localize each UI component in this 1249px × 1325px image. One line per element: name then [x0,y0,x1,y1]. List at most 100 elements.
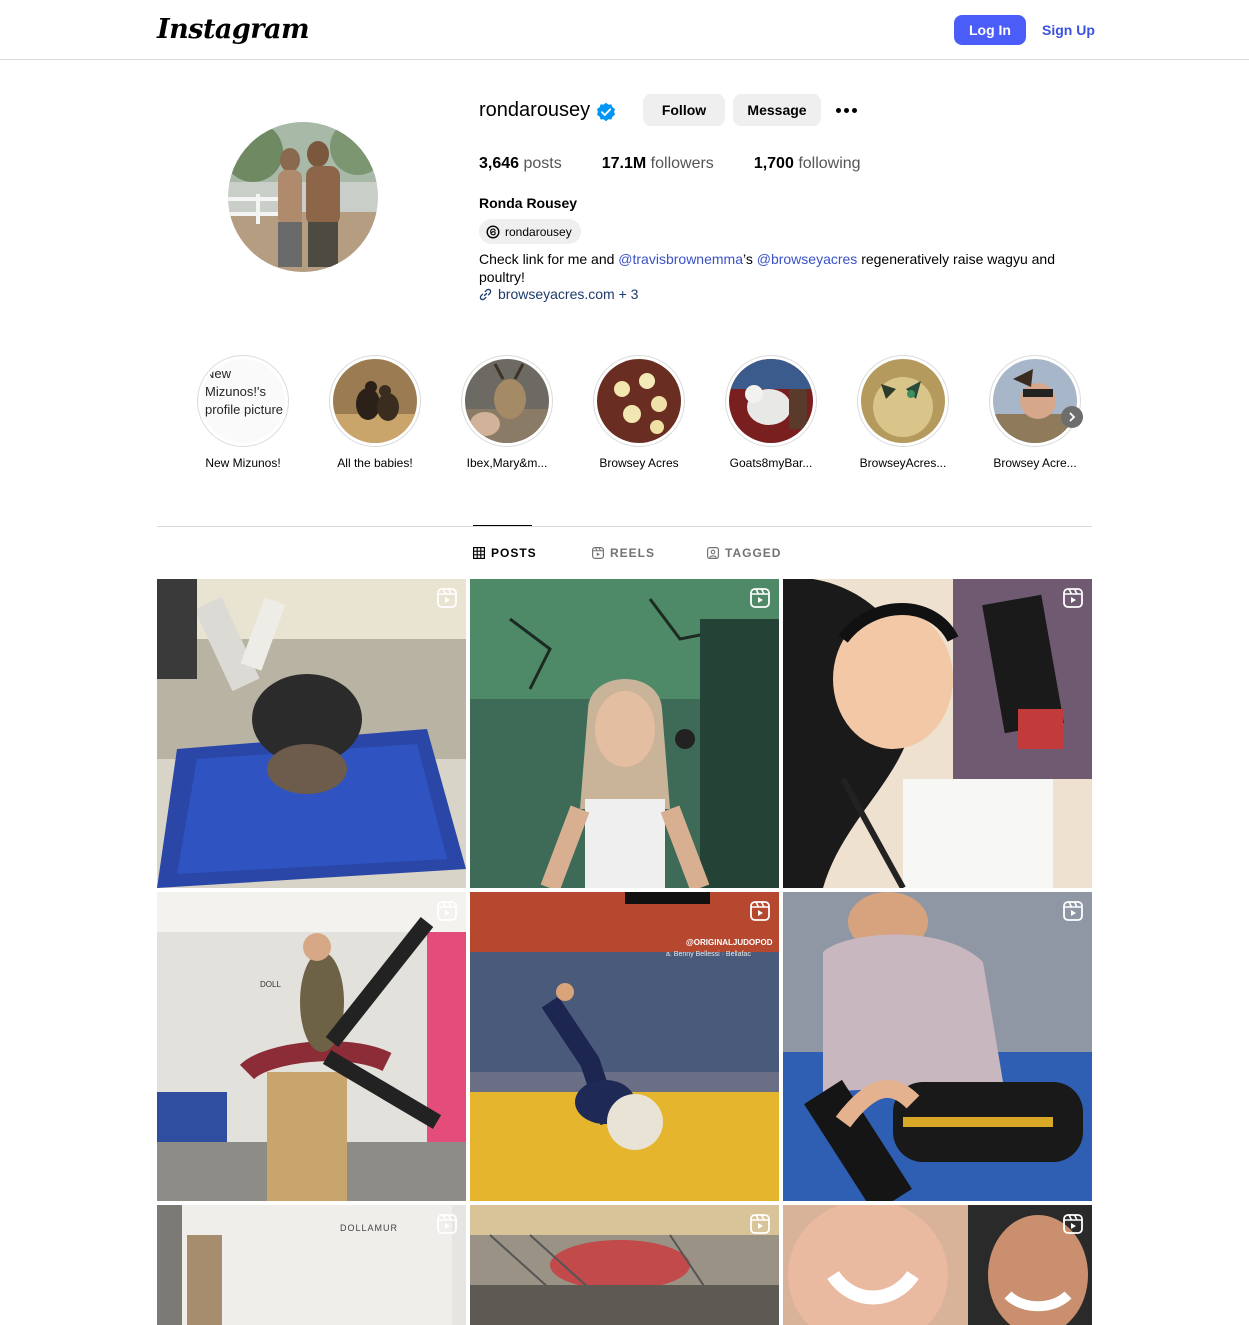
reel-icon [437,1214,457,1234]
reel-icon [1063,588,1083,608]
link-extra-count: + 3 [614,286,639,302]
posts-count-label: posts [523,155,562,172]
highlight-label: All the babies! [337,456,413,470]
threads-badge[interactable]: rondarousey [479,219,581,244]
following-count-value: 1,700 [753,155,794,172]
post-tile[interactable] [470,1205,779,1325]
tabs-divider [157,526,1092,527]
following-count[interactable]: 1,700 following [754,155,861,173]
post-overlay-text: @ORIGINALJUDOPOD [686,938,773,947]
highlight-item[interactable]: Browsey Acres [589,355,689,470]
highlight-image [597,359,681,443]
bio-mention-travisbrownemma[interactable]: @travisbrownemma [618,251,743,267]
post-tile[interactable]: @ORIGINALJUDOPOD a. Benny Bellessi · Bel… [470,892,779,1201]
bio-text-1: Check link for me and [479,251,619,267]
tab-tagged-label: TAGGED [725,546,782,560]
post-overlay-text: DOLLAMUR [340,1223,399,1233]
following-count-label: following [798,155,861,172]
post-image [783,579,1092,888]
highlight-ring [989,355,1081,447]
highlight-image [465,359,549,443]
highlight-item[interactable]: All the babies! [325,355,425,470]
message-button[interactable]: Message [733,94,821,126]
highlight-image [333,359,417,443]
bio-text-2: ’s [742,251,757,267]
post-tile[interactable] [783,892,1092,1201]
highlight-item[interactable]: New Mizunos!'s profile picture New Mizun… [193,355,293,470]
highlight-label: Ibex,Mary&m... [466,456,548,470]
bio-mention-browseyacres[interactable]: @browseyacres [757,251,858,267]
instagram-logo[interactable]: Instagram [157,14,310,45]
grid-icon [473,547,485,559]
post-image [470,1205,779,1325]
chevron-right-icon [1069,412,1076,422]
highlights-next-button[interactable] [1061,406,1083,428]
link-icon [479,288,492,300]
story-highlights: New Mizunos!'s profile picture New Mizun… [197,355,1097,480]
highlight-ring: New Mizunos!'s profile picture [197,355,289,447]
highlight-label: Goats8myBar... [729,456,813,470]
post-tile[interactable]: DOLLAMUR [157,1205,466,1325]
post-image [157,579,466,888]
highlight-ring [725,355,817,447]
followers-count-label: followers [650,155,714,172]
signup-button[interactable]: Sign Up [1038,15,1099,45]
tab-tagged[interactable]: TAGGED [707,546,781,560]
reel-icon [437,901,457,921]
post-image [783,892,1092,1201]
highlight-item[interactable]: Ibex,Mary&m... [457,355,557,470]
threads-handle: rondarousey [505,224,572,239]
top-bar: Instagram Log In Sign Up [0,0,1249,60]
highlight-item[interactable]: Goats8myBar... [721,355,821,470]
follow-button[interactable]: Follow [643,94,725,126]
highlight-ring [461,355,553,447]
reel-icon [750,901,770,921]
post-tile[interactable]: DOLL [157,892,466,1201]
post-image [157,892,466,1201]
post-overlay-text: DOLL [260,980,281,989]
highlight-label: New Mizunos! [205,456,281,470]
post-tile[interactable] [157,579,466,888]
highlight-ring [329,355,421,447]
post-image [157,1205,466,1325]
highlight-ring [593,355,685,447]
reel-icon [750,588,770,608]
profile-full-name: Ronda Rousey [479,195,578,211]
highlight-item[interactable]: BrowseyAcres... [853,355,953,470]
tab-reels-label: REELS [610,546,656,560]
followers-count-value: 17.1M [601,155,647,172]
active-tab-indicator [473,525,532,526]
more-options-icon[interactable] [832,100,860,120]
highlight-broken-image: New Mizunos!'s profile picture [201,359,285,443]
reel-icon [437,588,457,608]
post-image [783,1205,1092,1325]
post-tile[interactable] [470,579,779,888]
post-tile[interactable] [783,579,1092,888]
link-text: browseyacres.com + 3 [498,286,638,302]
highlight-image [993,359,1077,443]
tab-posts[interactable]: POSTS [473,546,537,560]
profile-username: rondarousey [479,99,591,121]
post-image [470,579,779,888]
post-tile[interactable] [783,1205,1092,1325]
followers-count[interactable]: 17.1M followers [602,155,714,173]
tab-reels[interactable]: REELS [592,546,655,560]
tab-posts-label: POSTS [491,546,537,560]
profile-avatar[interactable] [228,122,378,272]
threads-icon [486,224,500,239]
posts-count-value: 3,646 [479,155,520,172]
reel-icon [1063,1214,1083,1234]
highlight-label: Browsey Acre... [993,456,1077,470]
post-overlay-text: a. Benny Bellessi · Bellafac [666,951,751,958]
tagged-icon [707,547,719,559]
highlight-label: Browsey Acres [599,456,679,470]
profile-stats: 3,646 posts 17.1M followers 1,700 follow… [479,155,901,173]
highlight-ring [857,355,949,447]
link-domain: browseyacres.com [498,286,615,302]
login-button[interactable]: Log In [954,15,1026,45]
reels-icon [592,547,604,559]
highlight-image [729,359,813,443]
reel-icon [750,1214,770,1234]
profile-external-link[interactable]: browseyacres.com + 3 [479,286,638,302]
profile-bio: Check link for me and @travisbrownemma’s… [479,250,1079,286]
